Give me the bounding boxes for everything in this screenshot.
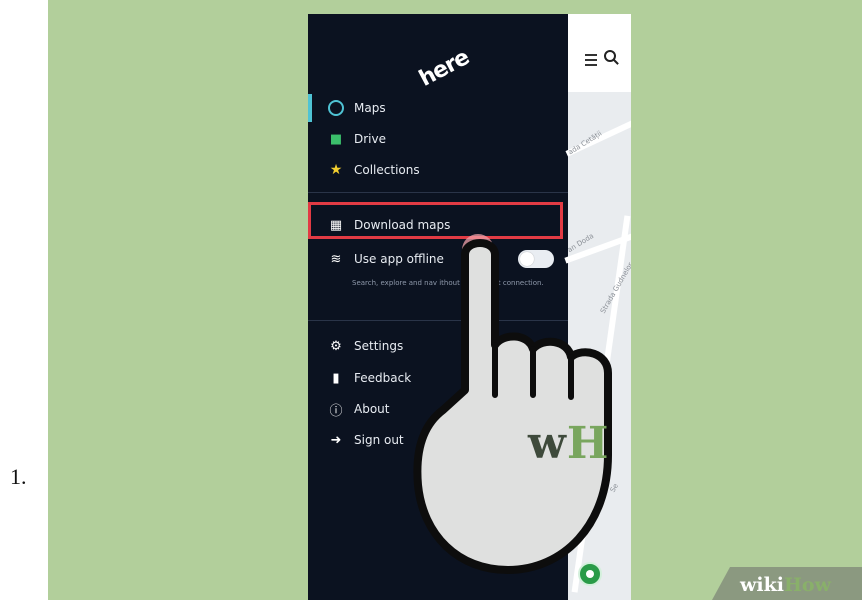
divider — [308, 320, 568, 321]
menu-item-label: Feedback — [354, 371, 412, 385]
map-header — [568, 14, 631, 92]
here-logo: here — [415, 45, 474, 92]
phone-screen: ada Cetății an Doda Strada Gudnelor Se h… — [308, 14, 631, 600]
menu-item-settings[interactable]: ⚙ Settings — [328, 336, 403, 356]
divider — [308, 192, 568, 193]
wifi-icon: ≋ — [330, 251, 342, 267]
menu-item-maps[interactable]: Maps — [328, 98, 386, 118]
menu-item-label: About — [354, 402, 390, 416]
offline-toggle[interactable] — [518, 250, 554, 268]
menu-item-use-app-offline[interactable]: ≋ Use app offline — [328, 249, 444, 269]
menu-item-label: Settings — [354, 339, 404, 353]
wikihow-hand-logo: wH — [528, 418, 610, 469]
menu-item-label: Collections — [354, 163, 420, 177]
step-number: 1. — [10, 464, 27, 489]
offline-description: Search, explore and nav ithout an intern… — [352, 279, 544, 287]
illustration-panel: ada Cetății an Doda Strada Gudnelor Se h… — [48, 0, 862, 600]
locate-me-button[interactable] — [578, 562, 602, 586]
gear-icon: ⚙ — [330, 338, 342, 354]
star-icon: ★ — [329, 162, 343, 178]
car-icon: ■ — [329, 131, 343, 147]
map-view[interactable]: ada Cetății an Doda Strada Gudnelor Se — [564, 14, 631, 600]
hamburger-menu-icon[interactable] — [585, 54, 597, 69]
chat-icon: ▮ — [332, 370, 340, 386]
info-icon: ⓘ — [329, 403, 343, 419]
menu-item-label: Use app offline — [354, 252, 444, 266]
search-icon[interactable] — [604, 50, 616, 62]
sign-out-icon: ➜ — [330, 432, 342, 448]
map-label: ada Cetății — [566, 129, 604, 157]
menu-item-label: Drive — [354, 132, 386, 146]
menu-item-drive[interactable]: ■ Drive — [328, 129, 386, 149]
menu-item-label: Maps — [354, 101, 386, 115]
menu-item-about[interactable]: ⓘ About — [328, 399, 389, 419]
map-label: Se — [608, 482, 621, 494]
active-indicator — [308, 94, 312, 122]
menu-item-label: Sign out — [354, 433, 404, 447]
menu-item-sign-out[interactable]: ➜ Sign out — [328, 430, 404, 450]
highlight-box — [308, 202, 563, 239]
menu-item-feedback[interactable]: ▮ Feedback — [328, 368, 411, 388]
menu-item-collections[interactable]: ★ Collections — [328, 160, 420, 180]
compass-icon — [328, 100, 344, 116]
wikihow-brand: wikiHow — [740, 574, 831, 596]
